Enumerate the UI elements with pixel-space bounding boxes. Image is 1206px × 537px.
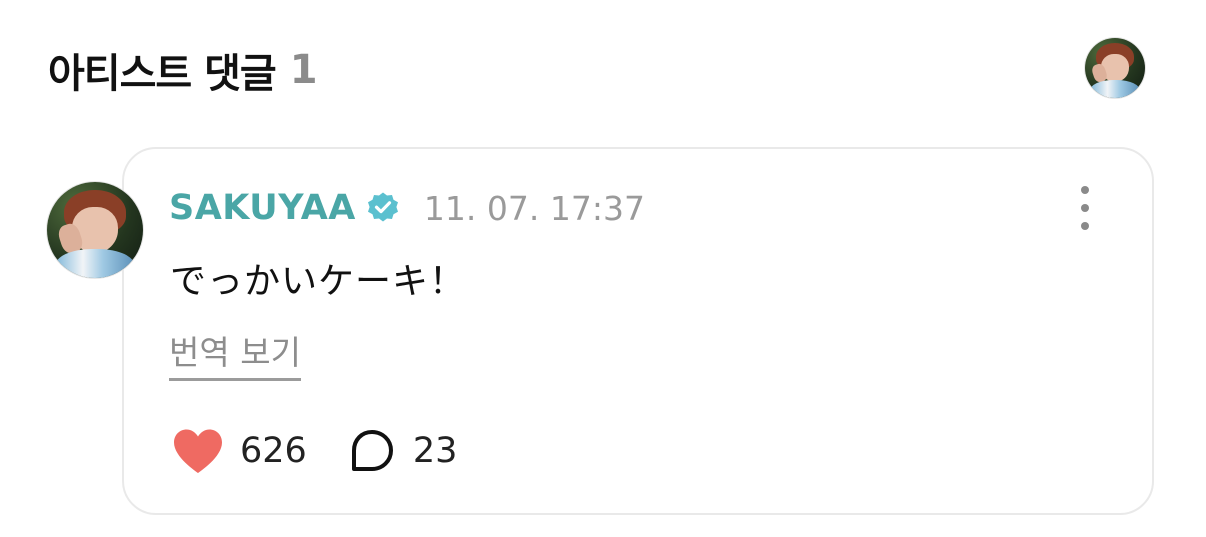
section-title-label: 아티스트 댓글 [48,51,277,97]
more-vertical-icon [1081,186,1089,194]
heart-icon [170,426,226,476]
more-options-button[interactable] [1070,186,1100,230]
comment-timestamp: 11. 07. 17:37 [423,188,645,228]
avatar-image [47,182,143,278]
comment-count: 1 [289,47,318,93]
comment-text: でっかいケーキ！ [170,261,467,302]
comment-actions: 626 23 [170,424,457,478]
comment-meta: SAKUYAA 11. 07. 17:37 [169,185,645,231]
reply-count: 23 [412,431,458,471]
translate-button[interactable]: 번역 보기 [169,326,301,381]
more-vertical-icon-dot [1081,204,1089,212]
verified-badge-icon [366,191,400,225]
reply-bubble-icon [347,426,397,476]
more-vertical-icon-dot [1081,222,1089,230]
like-count: 626 [240,431,307,471]
reply-button[interactable]: 23 [347,426,458,476]
section-title: 아티스트 댓글 1 [48,40,318,100]
author-avatar[interactable] [47,182,143,278]
artist-comments-panel: 아티스트 댓글 1 SAKUYAA 11. 07. 17:37 でっかいケーキ！… [0,0,1206,537]
my-profile-avatar[interactable] [1085,38,1145,98]
like-button[interactable]: 626 [170,426,307,476]
avatar-image [1085,38,1145,98]
author-name[interactable]: SAKUYAA [169,188,356,228]
